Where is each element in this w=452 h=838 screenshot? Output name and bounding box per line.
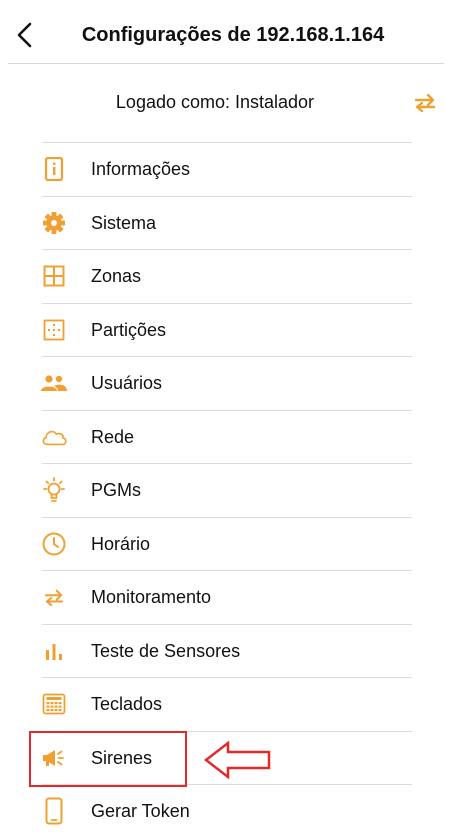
grid-icon: [40, 262, 68, 290]
menu-item-horario[interactable]: Horário: [40, 518, 412, 571]
logged-in-row: Logado como: Instalador: [0, 64, 452, 142]
menu-item-label: Usuários: [91, 373, 163, 393]
menu-item-monitoramento[interactable]: Monitoramento: [40, 571, 412, 624]
partition-icon: [40, 316, 68, 344]
menu-item-label: Informações: [91, 159, 191, 179]
menu-item-label: Teste de Sensores: [91, 641, 241, 661]
menu-item-label: Sistema: [91, 213, 157, 233]
menu-item-label: Monitoramento: [91, 587, 212, 607]
menu-item-label: Zonas: [91, 266, 142, 286]
left-arrow-annotation-icon: [204, 740, 271, 780]
menu-item-label: Teclados: [91, 694, 163, 714]
menu-item-usuarios[interactable]: Usuários: [40, 357, 412, 410]
lightbulb-icon: [40, 476, 68, 504]
clock-icon: [40, 530, 68, 558]
menu-item-zonas[interactable]: Zonas: [40, 250, 412, 303]
menu-item-label: Gerar Token: [91, 801, 190, 821]
cloud-icon: [40, 423, 68, 451]
users-icon: [40, 369, 68, 397]
menu-item-label: Rede: [91, 427, 135, 447]
logged-in-label: Logado como: Instalador: [115, 92, 315, 112]
swap-arrows-icon: [40, 583, 68, 611]
menu-item-pgms[interactable]: PGMs: [40, 464, 412, 517]
header-bar: Configurações de 192.168.1.164: [0, 0, 452, 64]
bars-icon: [40, 637, 68, 665]
menu-item-sistema[interactable]: Sistema: [40, 197, 412, 250]
menu-item-gerar-token[interactable]: Gerar Token: [40, 785, 412, 838]
menu-item-rede[interactable]: Rede: [40, 411, 412, 464]
phone-icon: [40, 797, 68, 825]
menu-item-particoes[interactable]: Partições: [40, 304, 412, 357]
highlight-box: [29, 731, 187, 787]
menu-item-teste-de-sensores[interactable]: Teste de Sensores: [40, 625, 412, 678]
menu-item-teclados[interactable]: Teclados: [40, 678, 412, 731]
page-title: Configurações de 192.168.1.164: [81, 24, 385, 46]
menu-item-label: Horário: [91, 534, 151, 554]
info-icon: [40, 155, 68, 183]
menu-item-informacoes[interactable]: Informações: [40, 143, 412, 196]
gear-icon: [40, 209, 68, 237]
menu-item-label: PGMs: [91, 480, 142, 500]
menu-item-label: Partições: [91, 320, 167, 340]
switch-user-arrows-icon[interactable]: [412, 92, 438, 112]
keypad-icon: [40, 690, 68, 718]
